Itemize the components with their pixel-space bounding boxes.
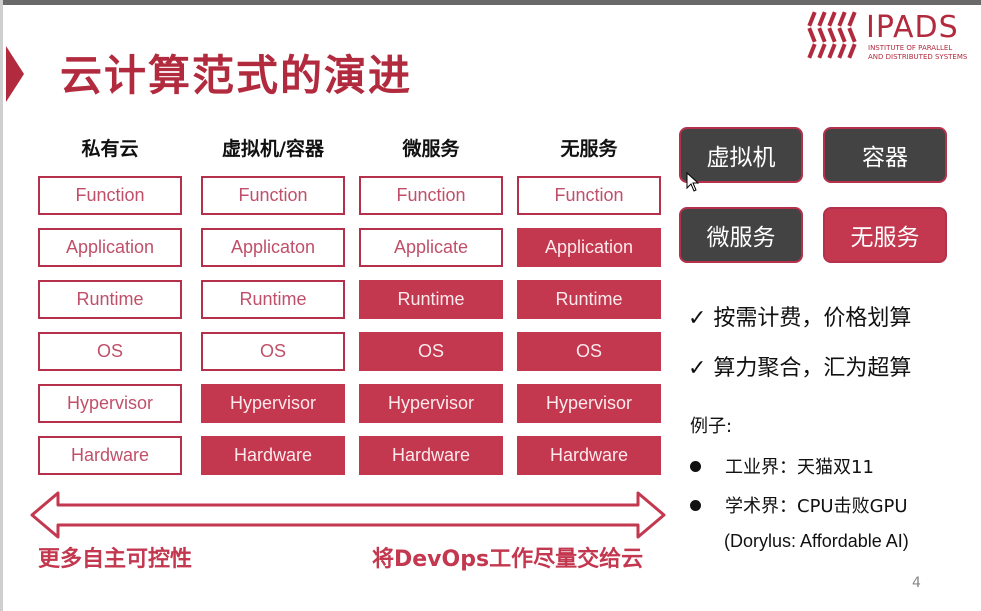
bullet-icon (690, 460, 701, 472)
layer-cell-applicaton: Applicaton (201, 228, 345, 267)
logo-mark-icon (807, 11, 857, 59)
bullet-icon (690, 499, 701, 511)
layer-cell-os: OS (517, 332, 661, 371)
benefit-pay-per-use: ✓ 按需计费，价格划算 (688, 306, 912, 331)
left-border (0, 0, 3, 611)
layer-cell-function: Function (359, 176, 503, 215)
layer-cell-os: OS (201, 332, 345, 371)
serverless-button[interactable]: 无服务 (823, 207, 947, 263)
example-industry: 工业界：天猫双11 (690, 453, 874, 479)
page-number: 4 (912, 575, 921, 591)
layer-cell-hardware: Hardware (38, 436, 182, 475)
column-header-private-cloud: 私有云 (81, 138, 139, 160)
column-header-vm-container: 虚拟机/容器 (222, 138, 324, 160)
mouse-cursor-icon (686, 172, 700, 192)
layer-cell-function: Function (201, 176, 345, 215)
column-header-serverless: 无服务 (560, 138, 618, 160)
logo-subtitle-line2: AND DISTRIBUTED SYSTEMS (868, 53, 968, 61)
layer-cell-hardware: Hardware (517, 436, 661, 475)
layer-cell-os: OS (38, 332, 182, 371)
layer-cell-os: OS (359, 332, 503, 371)
examples-heading: 例子: (690, 416, 733, 437)
layer-cell-runtime: Runtime (201, 280, 345, 319)
arrow-label-devops-to-cloud: 将DevOps工作尽量交给云 (372, 547, 644, 572)
layer-cell-application: Application (38, 228, 182, 267)
double-arrow-icon (30, 491, 666, 539)
top-border (0, 0, 981, 5)
layer-cell-hardware: Hardware (359, 436, 503, 475)
layer-cell-hypervisor: Hypervisor (517, 384, 661, 423)
example-academia-text: 学术界：CPU击败GPU (725, 496, 908, 517)
column-header-microservice: 微服务 (402, 138, 460, 160)
title-arrow-icon (6, 46, 24, 102)
microservice-button[interactable]: 微服务 (679, 207, 803, 263)
layer-cell-function: Function (38, 176, 182, 215)
layer-cell-application: Application (517, 228, 661, 267)
container-button[interactable]: 容器 (823, 127, 947, 183)
ipads-logo: IPADS INSTITUTE OF PARALLEL AND DISTRIBU… (806, 8, 976, 66)
layer-cell-runtime: Runtime (38, 280, 182, 319)
layer-cell-runtime: Runtime (517, 280, 661, 319)
layer-cell-hypervisor: Hypervisor (38, 384, 182, 423)
example-industry-text: 工业界：天猫双11 (725, 457, 874, 478)
layer-cell-applicate: Applicate (359, 228, 503, 267)
example-paper-reference: (Dorylus: Affordable AI) (724, 531, 909, 551)
layer-cell-hardware: Hardware (201, 436, 345, 475)
example-academia: 学术界：CPU击败GPU (690, 492, 908, 518)
layer-cell-hypervisor: Hypervisor (201, 384, 345, 423)
logo-subtitle: INSTITUTE OF PARALLEL AND DISTRIBUTED SY… (868, 44, 978, 62)
logo-name: IPADS (866, 10, 959, 45)
slide-title: 云计算范式的演进 (60, 51, 413, 100)
logo-subtitle-line1: INSTITUTE OF PARALLEL (868, 44, 953, 52)
benefit-compute-aggregation: ✓ 算力聚合，汇为超算 (688, 356, 912, 381)
layer-cell-runtime: Runtime (359, 280, 503, 319)
arrow-label-more-control: 更多自主可控性 (38, 547, 193, 572)
layer-cell-hypervisor: Hypervisor (359, 384, 503, 423)
layer-cell-function: Function (517, 176, 661, 215)
